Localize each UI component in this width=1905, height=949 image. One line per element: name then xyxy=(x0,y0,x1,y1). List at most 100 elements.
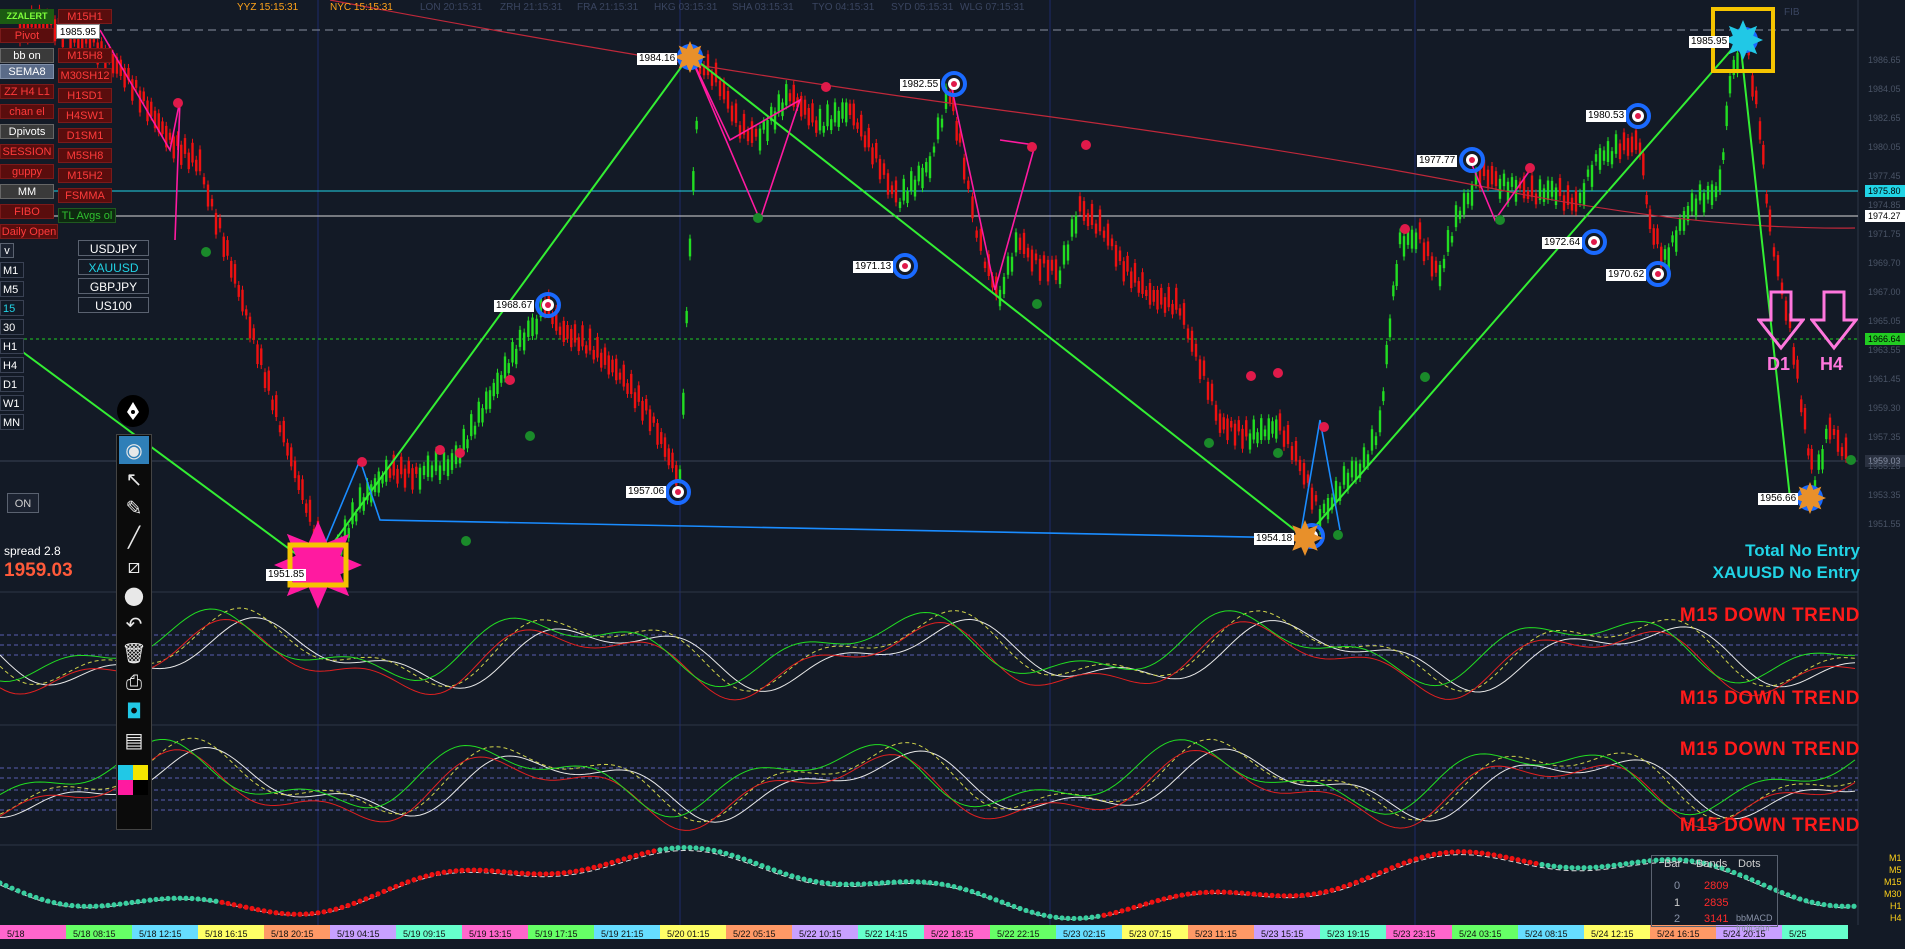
candle-body xyxy=(971,196,974,219)
fsmma-button[interactable]: FSMMA xyxy=(58,188,112,203)
candle-body xyxy=(1194,343,1198,357)
candle-body xyxy=(470,414,473,437)
timeframe-m1[interactable]: M1 xyxy=(0,262,24,278)
color-yellow-swatch[interactable] xyxy=(133,765,148,780)
macd-dot xyxy=(165,895,171,902)
candle-body xyxy=(111,53,115,74)
zzalert-button[interactable]: ZZALERT xyxy=(0,9,54,24)
candle-body xyxy=(695,120,698,130)
candle-body xyxy=(754,128,758,137)
candle-body xyxy=(1392,285,1395,297)
color-magenta-swatch[interactable] xyxy=(118,780,133,795)
m15h1-button[interactable]: M15H1 xyxy=(58,9,112,24)
candle-body xyxy=(496,372,499,395)
star-marker xyxy=(274,521,362,609)
candle-body xyxy=(848,103,852,116)
macd-dot xyxy=(1839,903,1845,909)
macd-dot xyxy=(1533,860,1539,867)
timeframe-d1[interactable]: D1 xyxy=(0,376,24,392)
timeframe-m15[interactable]: 15 xyxy=(0,300,24,316)
price-axis-label: 1969.70 xyxy=(1868,258,1901,268)
line-tool-icon[interactable]: ╱ xyxy=(119,523,149,551)
bb-on-button[interactable]: bb on xyxy=(0,48,54,63)
timeframe-m5[interactable]: M5 xyxy=(0,281,24,297)
timeframe-h1[interactable]: H1 xyxy=(0,338,24,354)
pen-icon[interactable] xyxy=(117,395,149,427)
macd-dot xyxy=(1779,889,1785,896)
symbol-xauusd[interactable]: XAUUSD xyxy=(78,259,149,275)
symbol-us100[interactable]: US100 xyxy=(78,297,149,313)
timeframe-w1[interactable]: W1 xyxy=(0,395,24,411)
guppy-button[interactable]: guppy xyxy=(0,164,54,179)
macd-dot xyxy=(1413,856,1419,862)
m15h8-button[interactable]: M15H8 xyxy=(58,48,112,63)
color-cyan-swatch[interactable] xyxy=(118,765,133,780)
d1sm1-button[interactable]: D1SM1 xyxy=(58,128,112,143)
collapse-button[interactable]: v xyxy=(0,243,14,258)
clipboard-icon[interactable]: ▤ xyxy=(119,726,149,754)
symbol-gbpjpy[interactable]: GBPJPY xyxy=(78,278,149,294)
candle-body xyxy=(1202,360,1206,376)
m5sh8-button[interactable]: M5SH8 xyxy=(58,148,112,163)
trend-label: M15 DOWN TREND xyxy=(1679,688,1860,709)
symbol-usdjpy[interactable]: USDJPY xyxy=(78,240,149,256)
candle-body xyxy=(600,352,603,368)
trash-icon[interactable]: 🗑 xyxy=(119,639,149,667)
candle-body xyxy=(1290,446,1294,460)
m15h2-button[interactable]: M15H2 xyxy=(58,168,112,183)
zz-h4-h1-button[interactable]: ZZ H4 L1 xyxy=(0,84,54,99)
candle-body xyxy=(913,179,917,197)
target-center xyxy=(1591,239,1597,245)
candle-body xyxy=(1498,178,1502,199)
timeframe-mn[interactable]: MN xyxy=(0,414,24,430)
sema8-button[interactable]: SEMA8 xyxy=(0,64,54,79)
time-label: 5/19 04:15 xyxy=(337,929,380,939)
circle-fill-icon[interactable]: ● xyxy=(119,581,149,609)
candle-body xyxy=(1722,152,1725,160)
macd-dot xyxy=(711,847,717,854)
candle-body xyxy=(411,468,414,490)
eye-icon[interactable]: ◉ xyxy=(119,436,149,464)
on-button[interactable]: ON xyxy=(7,493,39,513)
print-icon[interactable]: ⎙ xyxy=(119,668,149,696)
time-label: 5/24 16:15 xyxy=(1657,929,1700,939)
h1sd1-button[interactable]: H1SD1 xyxy=(58,88,112,103)
color-black-swatch[interactable] xyxy=(133,780,148,795)
candle-body xyxy=(1442,258,1446,269)
mm-button[interactable]: MM xyxy=(0,184,54,199)
session-syd: SYD 05:15:31 xyxy=(891,2,954,13)
candle-body xyxy=(566,324,569,339)
dpivots-button[interactable]: Dpivots xyxy=(0,124,54,139)
m30sh12-button[interactable]: M30SH12 xyxy=(58,68,112,83)
macd-dot xyxy=(51,899,57,906)
macd-dot xyxy=(999,899,1005,905)
session-button[interactable]: SESSION xyxy=(0,144,54,159)
macd-dot xyxy=(573,868,579,874)
channel-button[interactable]: chan el xyxy=(0,104,54,119)
pivot-button[interactable]: Pivot xyxy=(0,28,54,43)
daily-open-button[interactable]: Daily Open xyxy=(0,224,58,239)
macd-dot xyxy=(525,871,531,877)
macd-dot xyxy=(339,904,345,910)
macd-dot xyxy=(675,845,681,851)
h4sw1-button[interactable]: H4SW1 xyxy=(58,108,112,123)
tl-avgs-button[interactable]: TL Avgs ol xyxy=(58,208,116,223)
candle-body xyxy=(962,157,966,180)
camera-icon[interactable]: ◘ xyxy=(119,697,149,725)
chart-area[interactable] xyxy=(0,0,1905,949)
fibo-button[interactable]: FIBO xyxy=(0,204,54,219)
candle-body xyxy=(1398,232,1402,245)
swing-dot xyxy=(1846,455,1856,465)
candle-body xyxy=(1430,256,1434,277)
candle-body xyxy=(766,119,769,142)
swing-dot xyxy=(753,213,763,223)
eraser-icon[interactable]: ✎ xyxy=(119,494,149,522)
candle-body xyxy=(1118,250,1122,262)
cursor-icon[interactable]: ↖ xyxy=(119,465,149,493)
ruler-icon[interactable]: ⧄ xyxy=(119,552,149,580)
swing-dot xyxy=(1246,371,1256,381)
macd-dot xyxy=(1209,889,1215,895)
timeframe-m30[interactable]: 30 xyxy=(0,319,24,335)
undo-icon[interactable]: ↶ xyxy=(119,610,149,638)
timeframe-h4[interactable]: H4 xyxy=(0,357,24,373)
